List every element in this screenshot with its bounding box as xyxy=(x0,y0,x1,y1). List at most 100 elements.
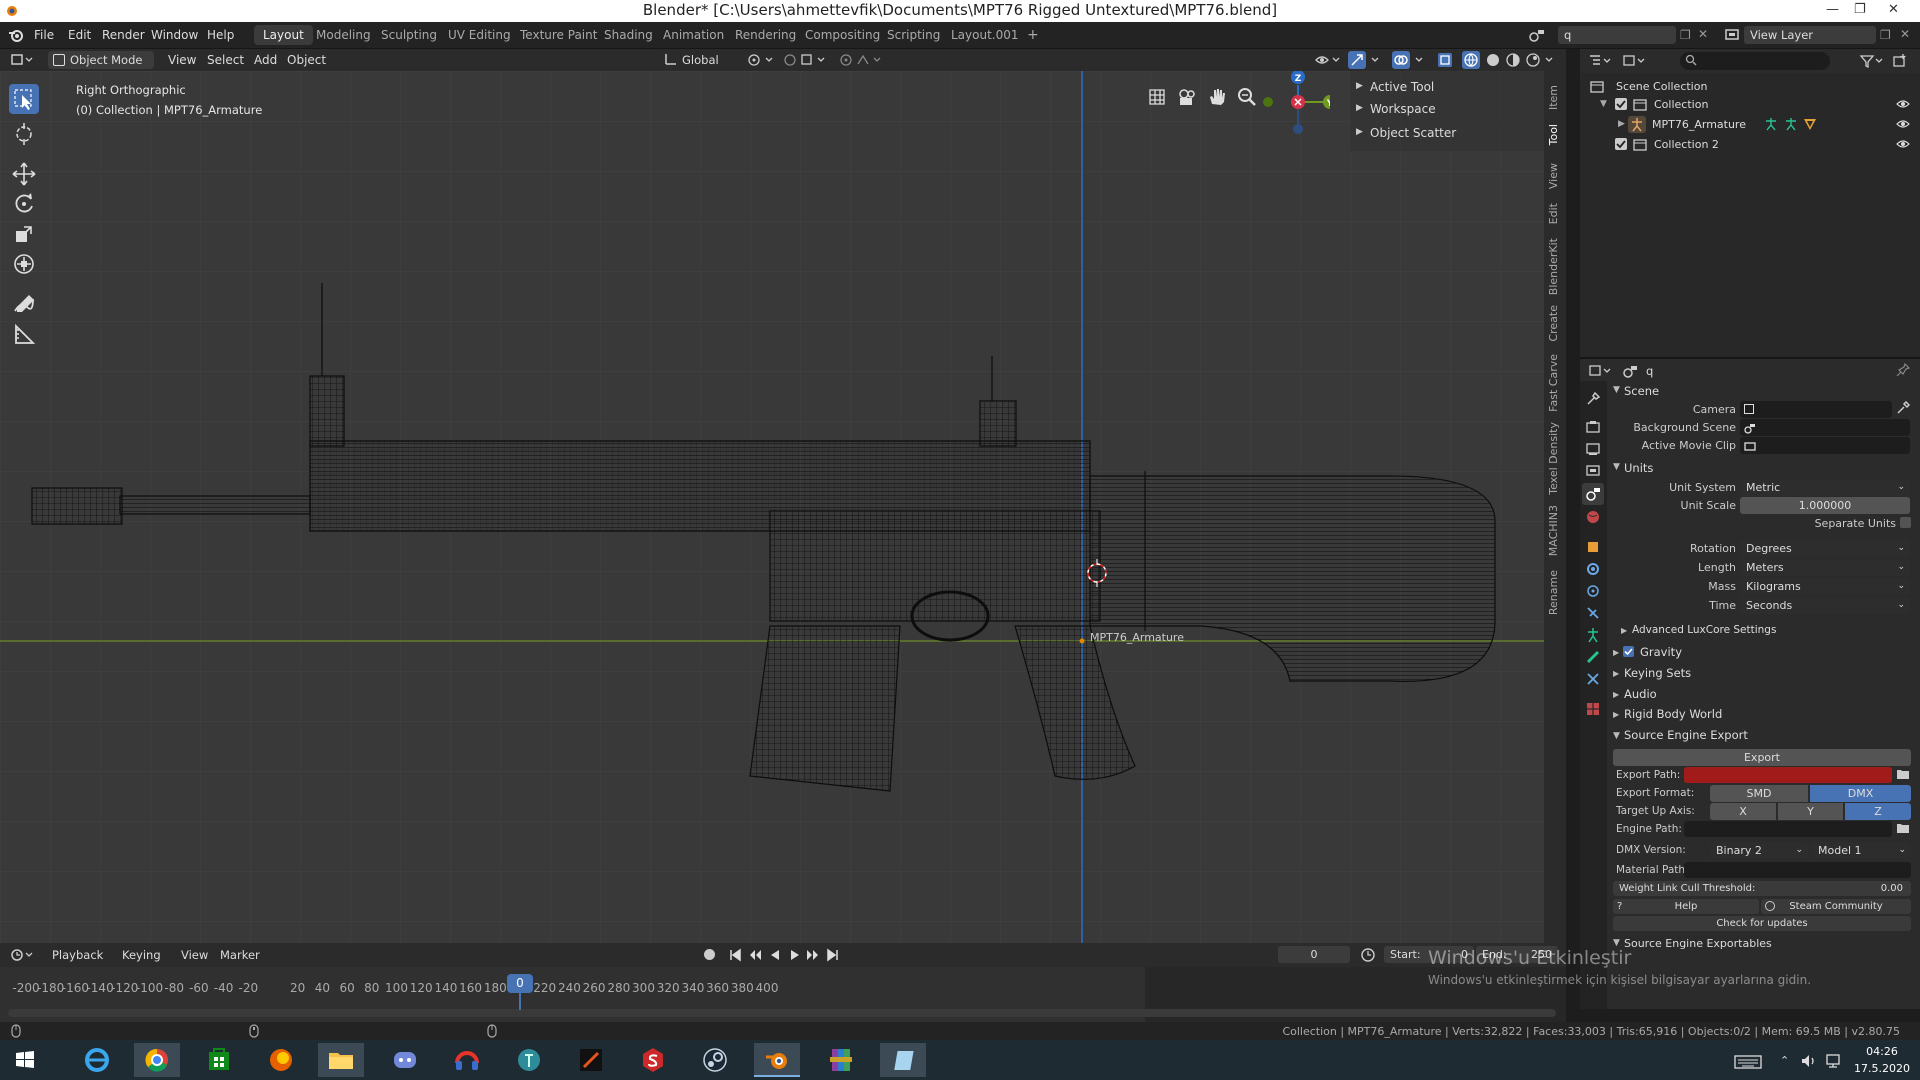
jump-start-icon[interactable] xyxy=(728,948,742,962)
grid-view-icon[interactable] xyxy=(1146,86,1168,108)
npanel-tab-fast-carve[interactable]: Fast Carve xyxy=(1547,354,1560,412)
current-frame-field[interactable]: 0 xyxy=(1278,946,1350,963)
navigation-gizmo[interactable]: Z Y xyxy=(1250,71,1330,171)
bone-constraint-tab-icon[interactable] xyxy=(1585,671,1601,687)
physics-tab-icon[interactable] xyxy=(1585,583,1601,599)
npanel-tab-item[interactable]: Item xyxy=(1547,85,1560,110)
up-axis-y-button[interactable]: Y xyxy=(1778,803,1843,820)
scene-selector[interactable]: q xyxy=(1558,26,1676,44)
timeline-menu-marker[interactable]: Marker xyxy=(220,948,260,962)
play-reverse-icon[interactable] xyxy=(768,948,782,962)
timeline-menu-view[interactable]: View xyxy=(181,948,208,962)
view-layer-tab-icon[interactable] xyxy=(1585,463,1601,479)
xray-toggle-icon[interactable] xyxy=(1436,51,1454,69)
unit-scale-field[interactable]: 1.000000 xyxy=(1740,497,1910,514)
new-scene-icon[interactable]: ❐ xyxy=(1680,28,1691,42)
length-dropdown[interactable]: Meters ⌄ xyxy=(1740,559,1910,576)
eye-icon[interactable] xyxy=(1896,98,1910,110)
npanel-tab-texel-density[interactable]: Texel Density xyxy=(1547,422,1560,495)
format-smd-button[interactable]: SMD xyxy=(1710,785,1808,802)
gizmo-dropdown-icon[interactable] xyxy=(1370,52,1382,68)
tab-scripting[interactable]: Scripting xyxy=(878,25,949,45)
help-button[interactable]: ? Help xyxy=(1613,899,1759,914)
format-dmx-button[interactable]: DMX xyxy=(1810,785,1911,802)
filter-icon[interactable] xyxy=(1859,53,1885,69)
shading-solid-icon[interactable] xyxy=(1484,51,1502,69)
gizmo-toggle-icon[interactable] xyxy=(1348,51,1366,69)
editor-type-icon[interactable] xyxy=(10,52,34,68)
notepad-icon[interactable] xyxy=(880,1043,926,1077)
texture-tab-icon[interactable] xyxy=(1585,701,1601,717)
proportional-editing-icon[interactable] xyxy=(838,52,886,68)
transform-orientation-dropdown[interactable]: Global xyxy=(660,51,738,69)
outliner-row-armature[interactable]: ▶ MPT76_Armature xyxy=(1580,115,1920,135)
time-dropdown[interactable]: Seconds ⌄ xyxy=(1740,597,1910,614)
auto-keying-icon[interactable] xyxy=(704,949,715,960)
units-panel-header[interactable]: Units xyxy=(1624,461,1653,475)
source-engine-export-panel-header[interactable]: Source Engine Export xyxy=(1624,728,1748,742)
rigid-body-world-panel-header[interactable]: Rigid Body World xyxy=(1624,707,1722,721)
rotate-tool[interactable] xyxy=(9,189,39,219)
output-tab-icon[interactable] xyxy=(1585,441,1601,457)
chrome-icon[interactable] xyxy=(134,1043,180,1077)
outliner-editor-type-icon[interactable] xyxy=(1588,53,1614,69)
steam-icon[interactable] xyxy=(692,1043,738,1077)
menu-file[interactable]: File xyxy=(34,28,54,42)
modifier-tab-icon[interactable] xyxy=(1585,561,1601,577)
add-workspace-icon[interactable]: + xyxy=(1018,25,1048,45)
npanel-tab-tool[interactable]: Tool xyxy=(1547,124,1560,145)
start-button-icon[interactable] xyxy=(2,1043,48,1077)
up-axis-z-button[interactable]: Z xyxy=(1845,803,1911,820)
steam-community-button[interactable]: Steam Community xyxy=(1761,899,1911,914)
tab-modeling[interactable]: Modeling xyxy=(307,25,380,45)
scene-panel-header[interactable]: Scene xyxy=(1624,384,1659,398)
engine-path-field[interactable] xyxy=(1684,821,1892,837)
close-button[interactable]: ✕ xyxy=(1888,2,1899,17)
select-box-tool[interactable] xyxy=(9,84,39,114)
view-layer-selector[interactable]: View Layer xyxy=(1744,26,1876,44)
object-data-tab-icon[interactable] xyxy=(1585,627,1601,643)
npanel-tab-machin3[interactable]: MACHIN3 xyxy=(1547,505,1560,556)
npanel-active-tool[interactable]: Active Tool xyxy=(1370,80,1434,94)
jump-end-icon[interactable] xyxy=(826,948,840,962)
rotation-dropdown[interactable]: Degrees ⌄ xyxy=(1740,540,1910,557)
tool-settings-tab-icon[interactable] xyxy=(1585,391,1601,407)
outliner-search[interactable] xyxy=(1680,52,1830,70)
shading-dropdown-icon[interactable] xyxy=(1544,52,1556,68)
3d-viewport[interactable]: Right Orthographic (0) Collection | MPT7… xyxy=(0,71,1550,943)
gravity-checkbox[interactable] xyxy=(1623,646,1634,657)
annotate-tool[interactable] xyxy=(9,289,39,319)
eye-icon[interactable] xyxy=(1896,118,1910,130)
snap-icon[interactable] xyxy=(782,52,830,68)
expand-armature-icon[interactable]: ▶ xyxy=(1618,119,1625,129)
keyboard-icon[interactable] xyxy=(1734,1054,1762,1070)
play-icon[interactable] xyxy=(788,948,802,962)
npanel-tab-view[interactable]: View xyxy=(1547,163,1560,189)
eye-icon[interactable] xyxy=(1896,138,1910,150)
minimize-button[interactable]: — xyxy=(1826,2,1839,17)
bone-tab-icon[interactable] xyxy=(1585,649,1601,665)
transform-tool[interactable] xyxy=(9,249,39,279)
blender-taskbar-icon[interactable] xyxy=(754,1043,800,1077)
properties-editor-type-icon[interactable] xyxy=(1588,363,1614,379)
npanel-tab-blenderkit[interactable]: BlenderKit xyxy=(1547,238,1560,295)
tab-sculpting[interactable]: Sculpting xyxy=(372,25,446,45)
timeline-scrollbar[interactable] xyxy=(8,1009,1556,1017)
timeline-menu-playback[interactable]: Playback xyxy=(52,948,103,962)
weight-link-cull-field[interactable]: Weight Link Cull Threshold: 0.00 xyxy=(1613,881,1911,896)
shading-material-icon[interactable] xyxy=(1504,51,1522,69)
eyedropper-icon[interactable] xyxy=(1896,401,1910,415)
tab-compositing[interactable]: Compositing xyxy=(796,25,889,45)
new-collection-icon[interactable] xyxy=(1892,53,1908,69)
winrar-icon[interactable] xyxy=(818,1043,864,1077)
folder-icon[interactable] xyxy=(1896,821,1910,835)
audio-panel-header[interactable]: Audio xyxy=(1624,687,1657,701)
clock-time[interactable]: 04:26 xyxy=(1856,1045,1908,1058)
npanel-workspace[interactable]: Workspace xyxy=(1370,102,1436,116)
npanel-object-scatter[interactable]: Object Scatter xyxy=(1370,126,1456,140)
marmoset-icon[interactable] xyxy=(568,1043,614,1077)
check-for-updates-button[interactable]: Check for updates xyxy=(1613,916,1911,931)
outliner-row-collection-2[interactable]: Collection 2 xyxy=(1580,135,1920,155)
folder-icon[interactable] xyxy=(1896,767,1910,781)
tab-rendering[interactable]: Rendering xyxy=(726,25,805,45)
